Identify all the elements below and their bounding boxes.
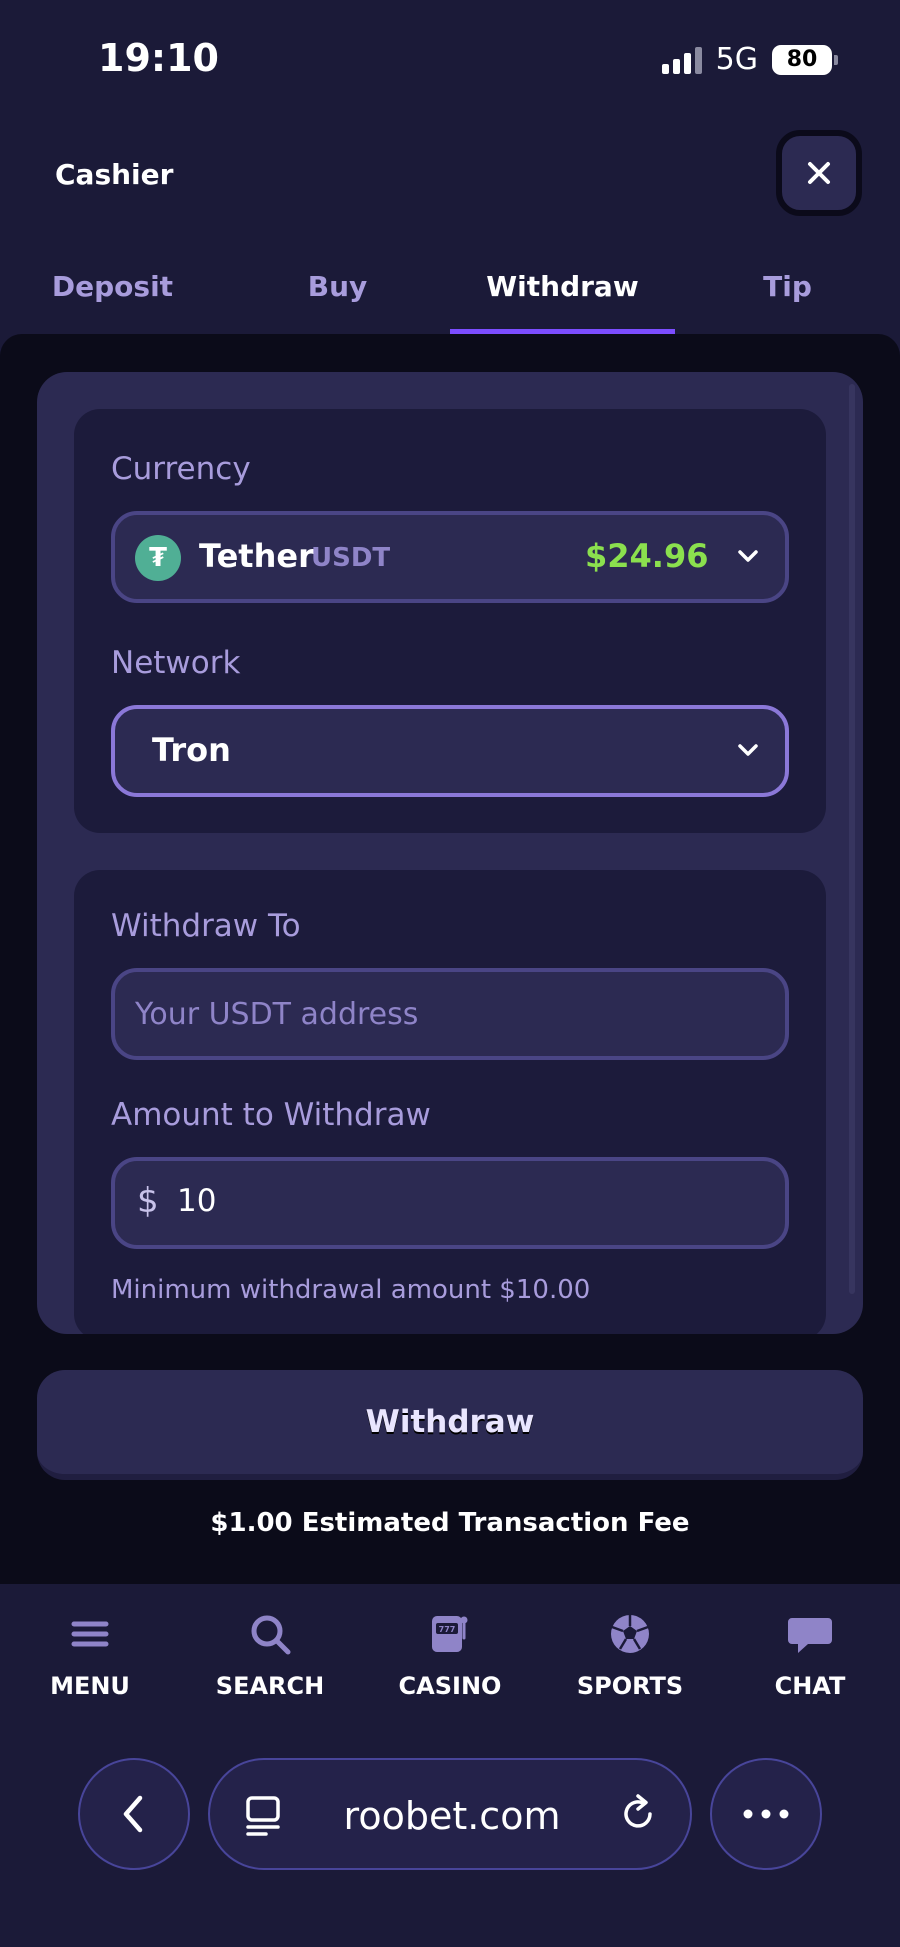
browser-more-button[interactable] — [710, 1758, 822, 1870]
slot-machine-icon: 777 — [432, 1616, 468, 1652]
currency-select[interactable]: ₮ Tether USDT $24.96 — [111, 511, 789, 603]
chevron-down-icon — [738, 550, 758, 562]
nav-menu[interactable]: MENU — [0, 1584, 180, 1734]
withdraw-to-label: Withdraw To — [111, 908, 301, 944]
nav-chat-label: CHAT — [774, 1672, 846, 1700]
close-button[interactable] — [776, 130, 862, 216]
svg-text:777: 777 — [439, 1625, 456, 1634]
tab-deposit[interactable]: Deposit — [0, 262, 225, 334]
status-indicators: 5G 80 — [661, 42, 838, 77]
currency-network-section: Currency ₮ Tether USDT $24.96 Network Tr… — [74, 409, 826, 833]
withdraw-button[interactable]: Withdraw — [37, 1370, 863, 1480]
cashier-tabs: Deposit Buy Withdraw Tip — [0, 262, 900, 334]
nav-search[interactable]: SEARCH — [180, 1584, 360, 1734]
transaction-fee-text: $1.00 Estimated Transaction Fee — [210, 1508, 690, 1538]
reload-icon[interactable] — [616, 1792, 660, 1836]
amount-field[interactable]: $ 10 — [111, 1157, 789, 1249]
withdraw-form-card: Currency ₮ Tether USDT $24.96 Network Tr… — [37, 372, 863, 1334]
address-bar[interactable]: roobet.com — [208, 1758, 692, 1870]
battery-icon: 80 — [772, 44, 838, 75]
network-type: 5G — [715, 42, 758, 77]
menu-icon — [71, 1621, 109, 1647]
currency-ticker: USDT — [311, 543, 391, 573]
nav-search-label: SEARCH — [215, 1672, 325, 1700]
currency-symbol: $ — [137, 1181, 159, 1221]
amount-input[interactable]: 10 — [177, 1183, 216, 1219]
status-bar: 19:10 5G 80 — [0, 0, 900, 120]
currency-label: Currency — [111, 451, 251, 487]
currency-name: Tether — [199, 537, 314, 575]
nav-menu-label: MENU — [50, 1672, 130, 1700]
battery-level: 80 — [772, 44, 832, 75]
tab-buy[interactable]: Buy — [225, 262, 450, 334]
browser-back-button[interactable] — [78, 1758, 190, 1870]
nav-sports-label: SPORTS — [576, 1672, 684, 1700]
address-amount-section: Withdraw To Amount to Withdraw $ 10 Mini… — [74, 870, 826, 1334]
nav-chat[interactable]: CHAT — [720, 1584, 900, 1734]
status-time: 19:10 — [98, 36, 219, 80]
currency-balance: $24.96 — [585, 537, 709, 575]
more-icon — [743, 1809, 789, 1819]
tab-withdraw[interactable]: Withdraw — [450, 262, 675, 334]
nav-casino[interactable]: 777 CASINO — [360, 1584, 540, 1734]
chevron-left-icon — [123, 1795, 143, 1833]
chat-icon — [788, 1618, 832, 1653]
address-input[interactable] — [135, 972, 765, 1056]
tether-icon: ₮ — [135, 535, 181, 581]
minimum-withdrawal-hint: Minimum withdrawal amount $10.00 — [111, 1275, 591, 1305]
amount-label: Amount to Withdraw — [111, 1097, 431, 1133]
scrollbar[interactable] — [849, 384, 855, 1294]
tab-tip[interactable]: Tip — [675, 262, 900, 334]
soccer-ball-icon — [611, 1615, 649, 1653]
bottom-navigation: MENU SEARCH 777 CASINO SPORTS CHAT — [0, 1584, 900, 1734]
browser-toolbar: roobet.com — [0, 1756, 900, 1876]
chevron-down-icon — [738, 744, 758, 756]
address-field[interactable] — [111, 968, 789, 1060]
search-icon — [251, 1615, 291, 1655]
nav-sports[interactable]: SPORTS — [540, 1584, 720, 1734]
close-icon — [808, 162, 830, 184]
page-title: Cashier — [55, 158, 174, 191]
nav-casino-label: CASINO — [398, 1672, 502, 1700]
network-select[interactable]: Tron — [111, 705, 789, 797]
cellular-signal-icon — [661, 46, 702, 74]
network-label: Network — [111, 645, 241, 681]
network-value: Tron — [152, 731, 231, 769]
